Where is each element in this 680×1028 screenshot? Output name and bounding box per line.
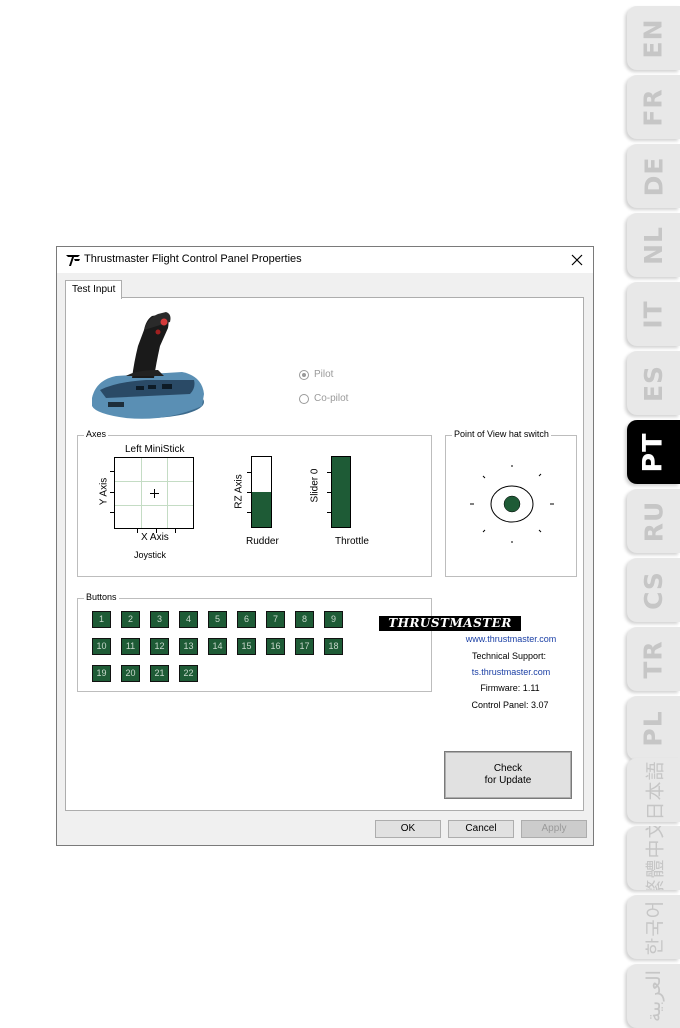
thrustmaster-brand-logo: THRUSTMASTER <box>379 616 521 631</box>
language-tab-label: CS <box>638 570 668 610</box>
button-indicator: 22 <box>179 665 198 682</box>
pilot-radio-label: Pilot <box>314 369 334 380</box>
pov-hat-dial <box>470 465 554 543</box>
test-input-panel: Pilot Co-pilot Axes Left MiniStick Y Axi… <box>65 297 584 811</box>
language-tab-5[interactable]: ES <box>627 351 680 415</box>
tab-test-input[interactable]: Test Input <box>65 280 123 299</box>
ministick-title: Left MiniStick <box>125 444 185 455</box>
button-indicator: 20 <box>121 665 140 682</box>
check-button-line2: for Update <box>484 775 532 786</box>
language-tab-13[interactable]: 한국어 <box>627 895 680 959</box>
button-indicator: 10 <box>92 638 111 655</box>
button-indicator: 15 <box>237 638 256 655</box>
control-panel-version: Control Panel: 3.07 <box>471 700 549 710</box>
language-tab-label: 한국어 <box>644 899 667 955</box>
ministick-plot <box>114 457 194 529</box>
pov-group-title: Point of View hat switch <box>452 429 551 439</box>
check-for-update-button[interactable]: Check for Update <box>444 751 572 799</box>
language-tab-label: PL <box>638 709 668 747</box>
pilot-radio-dot <box>299 369 309 380</box>
language-tab-label: TR <box>639 639 668 679</box>
language-tab-3[interactable]: NL <box>627 213 680 277</box>
ok-button[interactable]: OK <box>375 820 441 838</box>
throttle-label: Throttle <box>335 536 369 547</box>
language-tab-0[interactable]: EN <box>627 6 680 70</box>
x-axis-label: X Axis <box>141 532 169 543</box>
axes-group: Axes Left MiniStick Y Axis X Axis Joysti… <box>77 429 432 577</box>
language-tab-6[interactable]: PT <box>627 420 680 484</box>
support-label: Technical Support: <box>471 651 547 661</box>
button-indicator: 2 <box>121 611 140 628</box>
y-axis-label: Y Axis <box>98 477 110 506</box>
language-tab-10[interactable]: PL <box>627 696 680 760</box>
dialog-title: Thrustmaster Flight Control Panel Proper… <box>84 253 302 265</box>
buttons-group: Buttons 1 2 3 4 5 6 7 8 9 10 11 12 13 14 15 16 17 18 19 20 2… <box>77 592 432 692</box>
copilot-radio[interactable]: Co-pilot <box>299 393 348 404</box>
language-tab-4[interactable]: IT <box>627 282 680 346</box>
pilot-radio[interactable]: Pilot <box>299 369 333 380</box>
button-indicator: 18 <box>324 638 343 655</box>
rudder-bar <box>251 456 272 528</box>
support-link[interactable]: ts.thrustmaster.com <box>436 667 586 677</box>
thrustmaster-logo-icon <box>66 255 80 266</box>
language-tab-label: NL <box>638 225 668 265</box>
language-tab-1[interactable]: FR <box>627 75 680 139</box>
close-icon <box>571 254 583 266</box>
button-indicator: 14 <box>208 638 227 655</box>
joystick-image <box>92 312 204 419</box>
language-tab-label: EN <box>638 17 668 59</box>
copilot-radio-label: Co-pilot <box>314 393 349 404</box>
button-indicator: 4 <box>179 611 198 628</box>
language-tab-12[interactable]: 繁體中文 <box>627 826 680 890</box>
check-button-line1: Check <box>493 763 523 774</box>
button-indicator: 3 <box>150 611 169 628</box>
apply-button[interactable]: Apply <box>521 820 587 838</box>
button-indicator: 8 <box>295 611 314 628</box>
button-indicator: 11 <box>121 638 140 655</box>
button-indicator: 6 <box>237 611 256 628</box>
language-tab-label: 繁體中文 <box>644 826 667 890</box>
language-tab-label: IT <box>638 299 668 329</box>
throttle-bar-fill <box>332 457 350 527</box>
throttle-bar <box>331 456 351 528</box>
language-tab-7[interactable]: RU <box>627 489 680 553</box>
button-indicator: 17 <box>295 638 314 655</box>
language-tab-label: FR <box>638 87 668 127</box>
language-tab-label: ES <box>639 364 668 402</box>
buttons-group-title: Buttons <box>84 592 119 602</box>
firmware-version: Firmware: 1.11 <box>480 683 540 693</box>
copilot-radio-dot <box>299 393 309 404</box>
axes-group-title: Axes <box>84 429 109 439</box>
button-indicator: 1 <box>92 611 111 628</box>
language-tab-14[interactable]: العربية <box>627 964 680 1028</box>
button-indicator: 13 <box>179 638 198 655</box>
button-indicator: 21 <box>150 665 169 682</box>
button-indicator: 16 <box>266 638 285 655</box>
language-tab-label: PT <box>638 431 669 473</box>
crosshair-v <box>154 489 155 498</box>
rudder-label: Rudder <box>246 536 279 547</box>
joystick-label: Joystick <box>134 550 167 560</box>
language-tab-11[interactable]: 日本語 <box>627 758 680 822</box>
button-indicator: 7 <box>266 611 285 628</box>
button-indicator: 19 <box>92 665 111 682</box>
button-indicator: 9 <box>324 611 343 628</box>
language-tab-label: العربية <box>642 970 665 1022</box>
language-tab-8[interactable]: CS <box>627 558 680 622</box>
rz-axis-label: RZ Axis <box>233 474 245 509</box>
button-indicator: 12 <box>150 638 169 655</box>
language-tab-9[interactable]: TR <box>627 627 680 691</box>
title-bar: Thrustmaster Flight Control Panel Proper… <box>57 247 593 273</box>
rudder-bar-fill <box>252 492 271 527</box>
website-link[interactable]: www.thrustmaster.com <box>436 634 586 644</box>
language-tab-label: DE <box>639 156 668 196</box>
close-button[interactable] <box>567 250 587 270</box>
pov-group: Point of View hat switch <box>445 429 577 577</box>
language-tab-label: 日本語 <box>644 759 667 821</box>
cancel-button[interactable]: Cancel <box>448 820 514 838</box>
language-tab-label: RU <box>639 500 668 542</box>
slider-label: Slider 0 <box>309 468 321 503</box>
language-tab-2[interactable]: DE <box>627 144 680 208</box>
button-indicator: 5 <box>208 611 227 628</box>
